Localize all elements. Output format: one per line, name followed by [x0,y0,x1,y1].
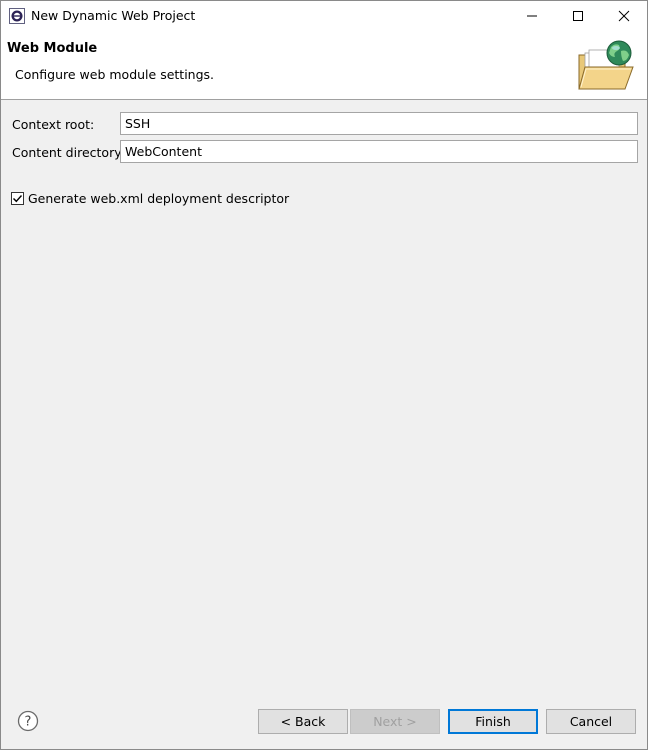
page-description: Configure web module settings. [15,67,215,82]
title-bar[interactable]: New Dynamic Web Project [1,1,647,31]
context-root-label: Context root: [12,117,95,132]
close-icon [618,10,630,22]
generate-descriptor-option[interactable]: Generate web.xml deployment descriptor [11,191,289,206]
generate-descriptor-label: Generate web.xml deployment descriptor [28,191,290,206]
next-button[interactable]: Next > [350,709,440,734]
maximize-icon [573,11,583,21]
checkmark-icon [13,195,23,203]
wizard-banner: Web Module Configure web module settings… [1,31,647,100]
dialog-window: New Dynamic Web Project Web Module Confi… [0,0,648,750]
content-directory-label: Content directory: [12,145,125,160]
close-button[interactable] [601,1,647,31]
generate-descriptor-checkbox[interactable] [11,192,24,205]
cancel-button[interactable]: Cancel [546,709,636,734]
back-button[interactable]: < Back [258,709,348,734]
context-root-input[interactable]: SSH [120,112,638,135]
eclipse-app-icon [9,8,25,24]
page-title: Web Module [7,41,98,56]
finish-button[interactable]: Finish [448,709,538,734]
maximize-button[interactable] [555,1,601,31]
help-icon[interactable]: ? [17,710,39,732]
window-title: New Dynamic Web Project [31,8,196,23]
svg-text:?: ? [25,715,32,730]
minimize-icon [527,15,537,17]
minimize-button[interactable] [509,1,555,31]
content-directory-input[interactable]: WebContent [120,140,638,163]
folder-globe-icon [575,39,639,95]
